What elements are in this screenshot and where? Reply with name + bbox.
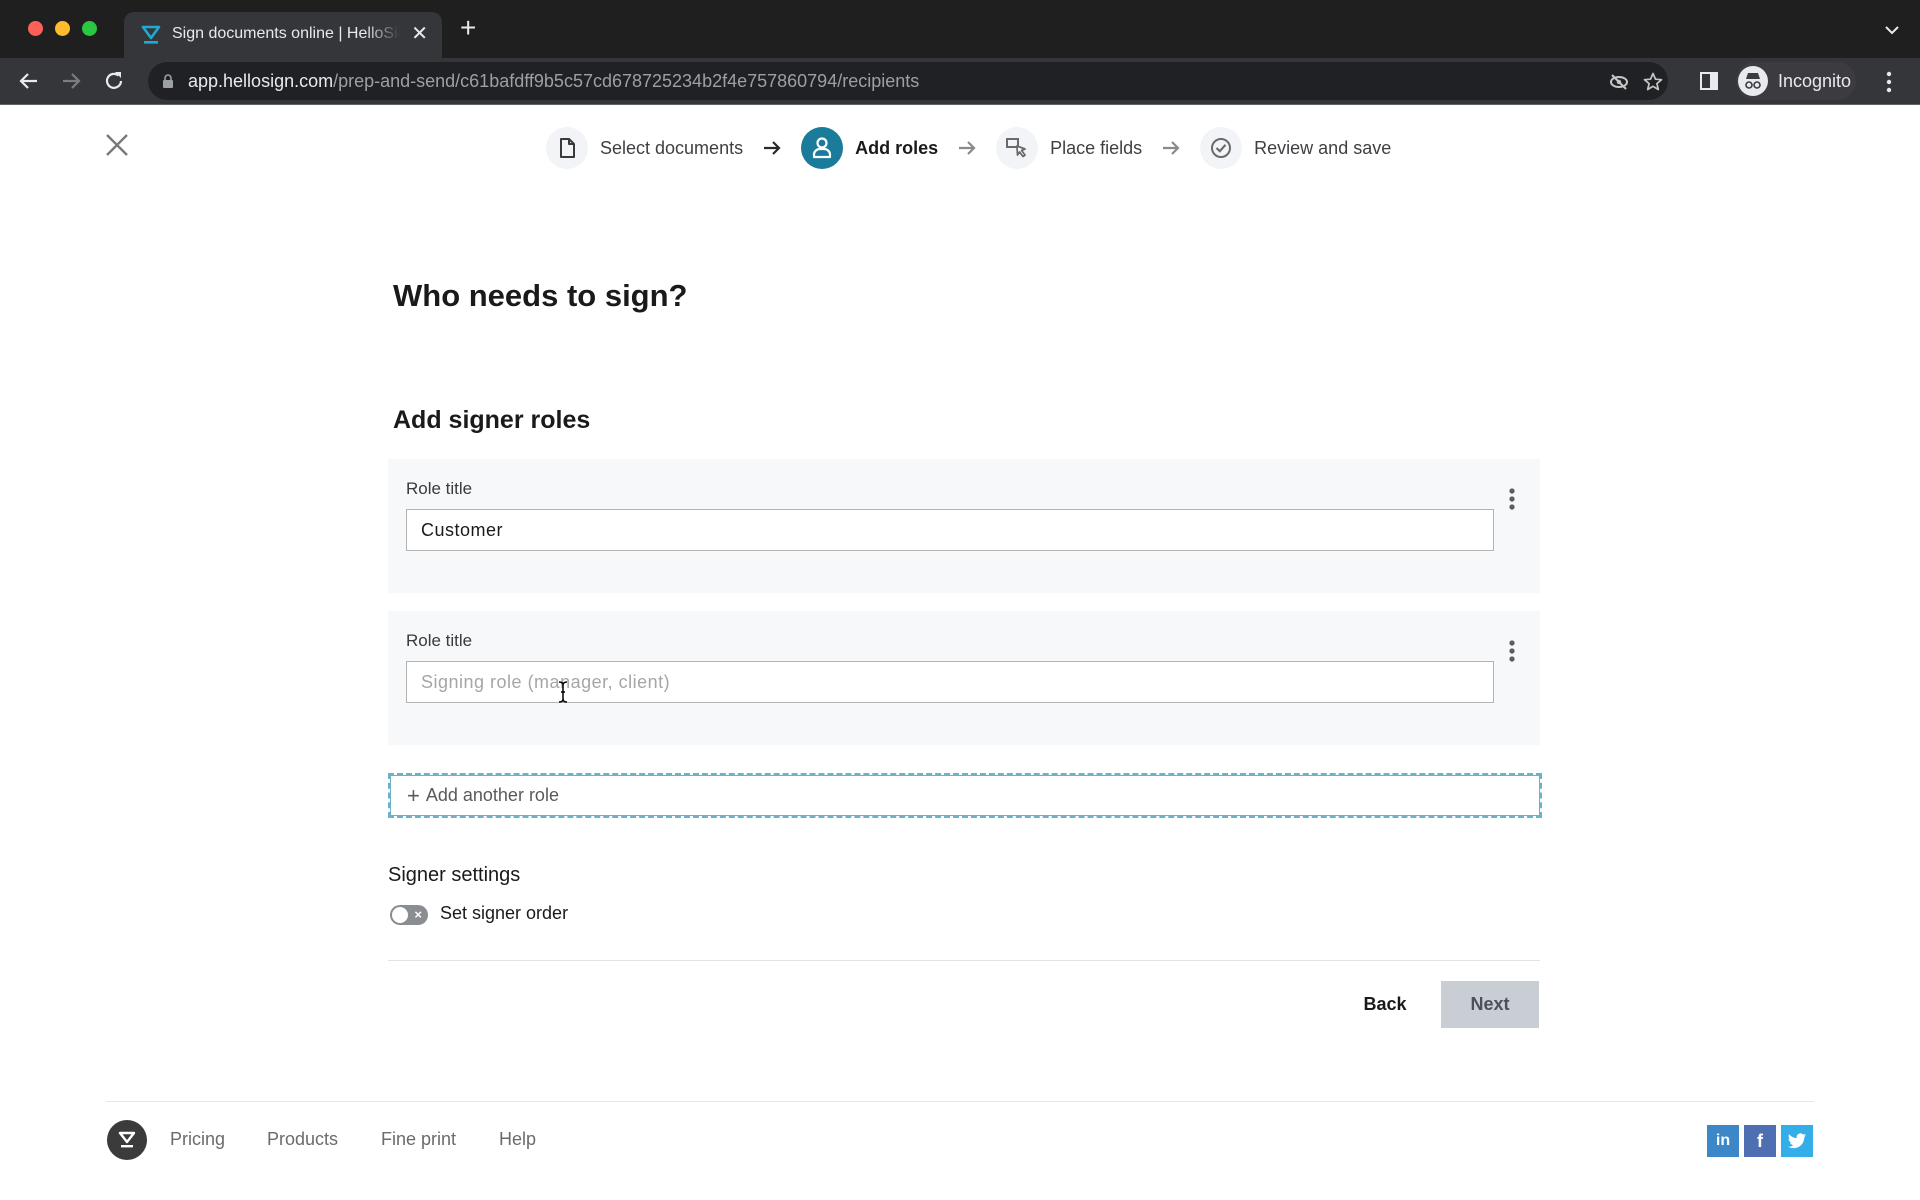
more-options-icon[interactable] xyxy=(1506,486,1518,512)
lock-icon xyxy=(163,74,173,88)
document-icon xyxy=(546,127,588,169)
window-minimize-button[interactable] xyxy=(55,21,70,36)
star-icon[interactable] xyxy=(1642,71,1664,93)
window-maximize-button[interactable] xyxy=(82,21,97,36)
incognito-label: Incognito xyxy=(1778,71,1852,91)
role-card: Role title xyxy=(388,611,1540,745)
person-icon xyxy=(801,127,844,169)
step-label: Add roles xyxy=(855,137,939,158)
section-title: Add signer roles xyxy=(393,406,591,434)
tab-close-icon[interactable]: ✕ xyxy=(411,22,428,46)
step-review-and-save[interactable]: Review and save xyxy=(1200,127,1391,169)
side-panel-icon[interactable] xyxy=(1698,70,1720,92)
step-label: Select documents xyxy=(600,137,744,158)
arrow-right-icon xyxy=(1163,141,1180,155)
eye-off-icon[interactable] xyxy=(1608,71,1630,93)
progress-stepper: Select documents Add roles Place fields … xyxy=(546,127,1391,169)
role-title-label: Role title xyxy=(406,631,473,650)
signer-settings-title: Signer settings xyxy=(388,864,521,886)
linkedin-icon[interactable]: in xyxy=(1707,1125,1739,1157)
chevron-down-icon[interactable] xyxy=(1882,20,1902,40)
footer-link-help[interactable]: Help xyxy=(499,1129,536,1150)
url-host: app.hellosign.com xyxy=(188,71,334,91)
browser-toolbar: app.hellosign.com/prep-and-send/c61bafdf… xyxy=(0,58,1920,105)
divider xyxy=(388,960,1540,961)
close-icon[interactable] xyxy=(104,132,130,158)
footer-link-fine-print[interactable]: Fine print xyxy=(381,1129,456,1150)
footer-link-pricing[interactable]: Pricing xyxy=(170,1129,225,1150)
reload-icon[interactable] xyxy=(101,68,127,94)
signer-order-toggle[interactable]: × xyxy=(390,905,428,925)
back-arrow-icon[interactable] xyxy=(16,68,42,94)
add-role-label: Add another role xyxy=(425,785,559,805)
step-label: Review and save xyxy=(1254,137,1392,158)
incognito-profile-button[interactable]: Incognito xyxy=(1736,62,1856,100)
url-path: /prep-and-send/c61bafdff9b5c57cd67872523… xyxy=(333,71,920,91)
signer-order-label: Set signer order xyxy=(440,903,569,923)
hellosign-favicon-icon xyxy=(141,25,161,44)
page-title: Who needs to sign? xyxy=(393,278,688,313)
hellosign-logo-icon[interactable] xyxy=(107,1120,147,1160)
browser-menu-icon[interactable] xyxy=(1886,70,1892,94)
arrow-right-icon xyxy=(959,141,976,155)
next-button[interactable]: Next xyxy=(1441,981,1539,1028)
toggle-off-icon: × xyxy=(414,907,422,922)
browser-chrome: Sign documents online | HelloSign ✕ + ap… xyxy=(0,0,1920,105)
plus-icon: + xyxy=(407,782,420,808)
more-options-icon[interactable] xyxy=(1506,638,1518,664)
check-circle-icon xyxy=(1200,127,1243,169)
step-add-roles[interactable]: Add roles xyxy=(801,127,938,169)
back-button[interactable]: Back xyxy=(1350,981,1420,1028)
role-title-label: Role title xyxy=(406,479,473,498)
step-label: Place fields xyxy=(1050,137,1143,158)
incognito-icon xyxy=(1738,66,1768,96)
url-text: app.hellosign.com/prep-and-send/c61bafdf… xyxy=(188,71,919,92)
forward-arrow-icon[interactable] xyxy=(58,68,84,94)
toggle-knob xyxy=(392,907,408,923)
footer-link-products[interactable]: Products xyxy=(267,1129,338,1150)
cursor-select-icon xyxy=(996,127,1039,169)
role-title-input[interactable] xyxy=(406,661,1494,703)
step-select-documents[interactable]: Select documents xyxy=(546,127,743,169)
window-close-button[interactable] xyxy=(28,21,43,36)
role-card: Role title xyxy=(388,459,1540,593)
facebook-icon[interactable]: f xyxy=(1744,1125,1776,1157)
tab-title: Sign documents online | HelloSign xyxy=(172,25,400,42)
address-bar[interactable]: app.hellosign.com/prep-and-send/c61bafdf… xyxy=(148,62,1668,100)
arrow-right-icon xyxy=(764,141,781,155)
step-place-fields[interactable]: Place fields xyxy=(996,127,1142,169)
browser-tab[interactable]: Sign documents online | HelloSign ✕ xyxy=(124,12,442,58)
add-another-role-button[interactable]: + Add another role xyxy=(388,773,1542,818)
new-tab-icon[interactable]: + xyxy=(460,14,476,42)
footer-divider xyxy=(106,1101,1814,1102)
tab-bar: Sign documents online | HelloSign ✕ + xyxy=(0,0,1920,58)
role-title-input[interactable] xyxy=(406,509,1494,551)
twitter-icon[interactable] xyxy=(1781,1125,1813,1157)
